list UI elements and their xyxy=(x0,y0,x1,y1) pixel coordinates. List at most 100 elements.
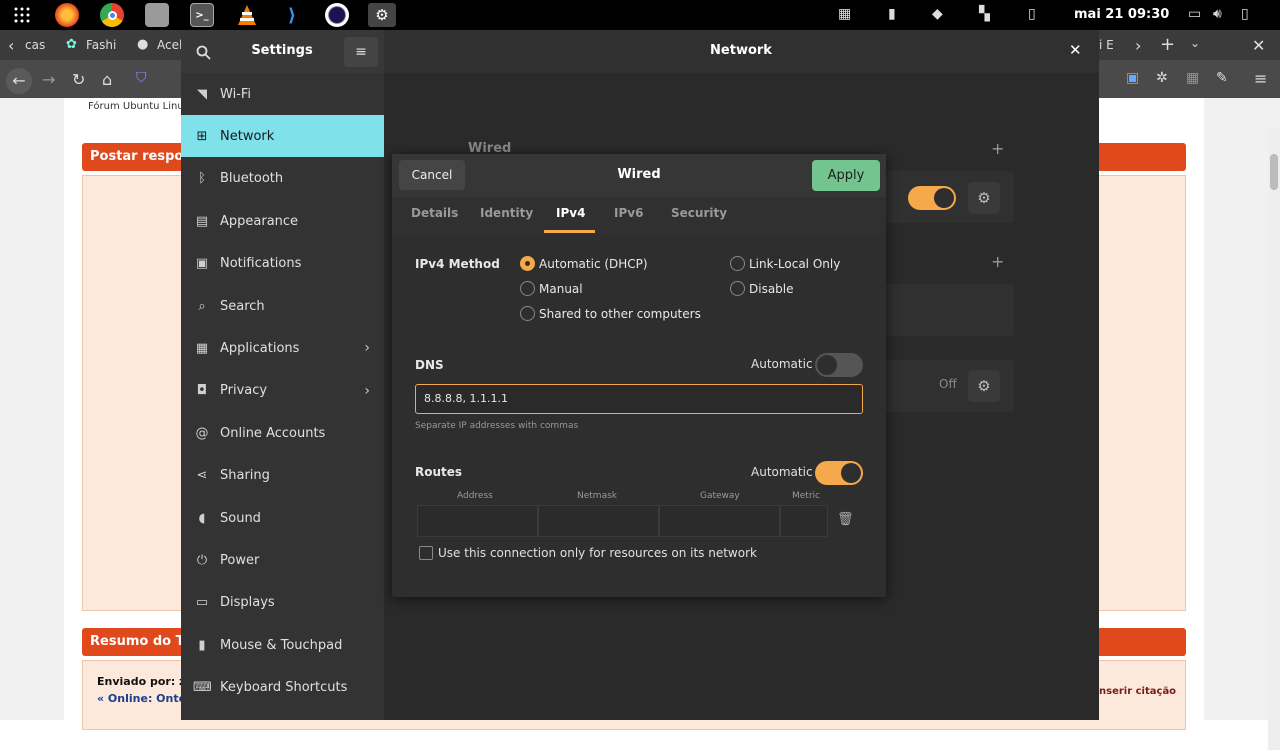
hamburger-icon[interactable]: ≡ xyxy=(1254,69,1267,88)
sidebar-item-keyboard-shortcuts[interactable]: ⌨ Keyboard Shortcuts xyxy=(181,667,384,709)
sidebar-item-privacy[interactable]: ◘ Privacy › xyxy=(181,370,384,412)
sidebar-item-mouse-touchpad[interactable]: ▮ Mouse & Touchpad xyxy=(181,624,384,666)
sidebar-item-bluetooth[interactable]: ᛒ Bluetooth xyxy=(181,158,384,200)
sidebar-item-label: Search xyxy=(220,298,265,314)
radio-link-local[interactable] xyxy=(730,256,745,271)
close-icon[interactable]: ✕ xyxy=(1069,41,1082,59)
clock[interactable]: mai 21 09:30 xyxy=(1074,7,1169,22)
add-wired-icon[interactable]: + xyxy=(991,139,1004,158)
radio-shared[interactable] xyxy=(520,306,535,321)
route-netmask-field[interactable] xyxy=(538,505,659,537)
page-scrollbar[interactable] xyxy=(1268,128,1280,750)
method-shared[interactable]: Shared to other computers xyxy=(520,306,701,321)
terminal-icon[interactable]: >_ xyxy=(190,3,214,27)
sidebar-item-network[interactable]: ⊞ Network xyxy=(181,115,384,158)
radio-disable[interactable] xyxy=(730,281,745,296)
apply-button[interactable]: Apply xyxy=(812,160,880,191)
tab-list-icon[interactable]: ⌄ xyxy=(1190,36,1200,50)
only-resources-checkbox[interactable] xyxy=(419,546,433,560)
panel-title: Network xyxy=(710,43,772,58)
sidebar-header: Settings ≡ xyxy=(181,30,384,73)
route-address-field[interactable] xyxy=(417,505,538,537)
sidebar-item-online-accounts[interactable]: @ Online Accounts xyxy=(181,412,384,454)
wired-settings-icon[interactable]: ⚙ xyxy=(968,182,1000,214)
menu-button[interactable]: ≡ xyxy=(344,37,378,67)
sidebar-item-applications[interactable]: ▦ Applications › xyxy=(181,327,384,369)
window-close-icon[interactable]: ✕ xyxy=(1252,36,1265,55)
back-icon[interactable]: ← xyxy=(6,68,32,94)
sidebar-item-label: Displays xyxy=(220,595,275,611)
sidebar-item-label: Power xyxy=(220,552,260,568)
new-tab-icon[interactable]: + xyxy=(1160,34,1175,55)
browser-tab[interactable]: Fashi xyxy=(86,30,118,60)
method-manual[interactable]: Manual xyxy=(520,281,583,296)
dropbox-icon[interactable]: ◆ xyxy=(932,6,943,22)
sidebar-item-notifications[interactable]: ▣ Notifications xyxy=(181,243,384,285)
radio-dhcp[interactable] xyxy=(520,256,535,271)
routes-automatic-switch[interactable] xyxy=(815,461,863,485)
wired-toggle[interactable] xyxy=(908,186,956,210)
volume-icon[interactable]: 🔊︎ xyxy=(1213,6,1222,22)
reload-icon[interactable]: ↻ xyxy=(72,70,85,89)
cancel-button[interactable]: Cancel xyxy=(399,160,465,190)
dialog-title: Wired xyxy=(617,167,661,182)
chevron-right-icon[interactable]: › xyxy=(1135,36,1141,55)
settings-icon[interactable]: ⚙ xyxy=(368,3,396,27)
add-vpn-icon[interactable]: + xyxy=(991,252,1004,271)
eclipse-icon[interactable] xyxy=(325,3,349,27)
keyboard-layout-icon[interactable]: ▭ xyxy=(1188,6,1201,22)
shield-icon[interactable]: ⛉ xyxy=(136,70,147,86)
firefox-icon[interactable] xyxy=(55,3,79,27)
docker-icon[interactable]: ▦ xyxy=(838,6,851,22)
sidebar-item-displays[interactable]: ▭ Displays xyxy=(181,582,384,624)
sidebar-item-search[interactable]: ⌕ Search xyxy=(181,285,384,327)
dns-input[interactable]: 8.8.8.8, 1.1.1.1 xyxy=(415,384,863,414)
wired-dialog: Cancel Wired Apply Details Identity IPv4… xyxy=(392,154,886,597)
tab-ipv4[interactable]: IPv4 xyxy=(556,206,585,220)
browser-tab[interactable]: cas xyxy=(25,30,50,60)
sidebar-item-appearance[interactable]: ▤ Appearance xyxy=(181,200,384,242)
tab-ipv6[interactable]: IPv6 xyxy=(614,206,643,220)
radio-manual[interactable] xyxy=(520,281,535,296)
save-icon[interactable]: ▣ xyxy=(1126,70,1139,86)
proxy-settings-icon[interactable]: ⚙ xyxy=(968,370,1000,402)
chrome-icon[interactable] xyxy=(100,3,124,27)
route-metric-field[interactable] xyxy=(780,505,828,537)
tab-security[interactable]: Security xyxy=(671,206,727,220)
clipboard-icon[interactable]: ▯ xyxy=(1028,6,1036,22)
forward-icon[interactable]: → xyxy=(42,70,55,89)
chevron-left-icon[interactable]: ‹ xyxy=(8,36,14,55)
sidebar-item-power[interactable]: ⏻ Power xyxy=(181,539,384,581)
route-gateway-field[interactable] xyxy=(659,505,780,537)
trash-icon[interactable]: 🗑︎ xyxy=(837,512,854,527)
browser-tab[interactable]: Acel xyxy=(157,30,183,60)
tab-details[interactable]: Details xyxy=(411,206,458,220)
home-icon[interactable]: ⌂ xyxy=(102,70,112,89)
files-icon[interactable] xyxy=(145,3,169,27)
forum-link[interactable]: Fórum Ubuntu Linux xyxy=(88,101,190,112)
insert-quote-link[interactable]: nserir citação xyxy=(1099,686,1176,697)
method-dhcp[interactable]: Automatic (DHCP) xyxy=(520,256,648,271)
workspaces-icon[interactable]: ▚ xyxy=(979,6,990,22)
power-menu-icon[interactable]: ▯ xyxy=(1241,6,1249,22)
privacy-icon: ◘ xyxy=(196,383,208,399)
pencil-icon[interactable]: ✎ xyxy=(1216,70,1228,86)
tab-identity[interactable]: Identity xyxy=(480,206,533,220)
sidebar-item-wi-fi[interactable]: ◥ Wi-Fi xyxy=(181,73,384,115)
battery-icon[interactable]: ▮ xyxy=(888,6,896,22)
method-disable[interactable]: Disable xyxy=(730,281,794,296)
method-link-local[interactable]: Link-Local Only xyxy=(730,256,840,271)
settings-title: Settings xyxy=(251,43,313,58)
only-resources-label: Use this connection only for resources o… xyxy=(438,546,757,560)
extension-icon[interactable]: ▦ xyxy=(1186,70,1199,86)
sidebar-item-sharing[interactable]: ⋖ Sharing xyxy=(181,455,384,497)
react-icon[interactable]: ✲ xyxy=(1156,70,1168,86)
apps-grid-icon[interactable] xyxy=(10,3,34,27)
vscode-icon[interactable]: ⟩ xyxy=(280,3,304,27)
vlc-icon[interactable] xyxy=(235,3,259,27)
dns-automatic-switch[interactable] xyxy=(815,353,863,377)
search-icon[interactable] xyxy=(187,36,219,68)
method-disable-label: Disable xyxy=(749,281,794,296)
browser-tab[interactable]: i E xyxy=(1099,30,1119,60)
sidebar-item-sound[interactable]: ◖ Sound xyxy=(181,497,384,539)
